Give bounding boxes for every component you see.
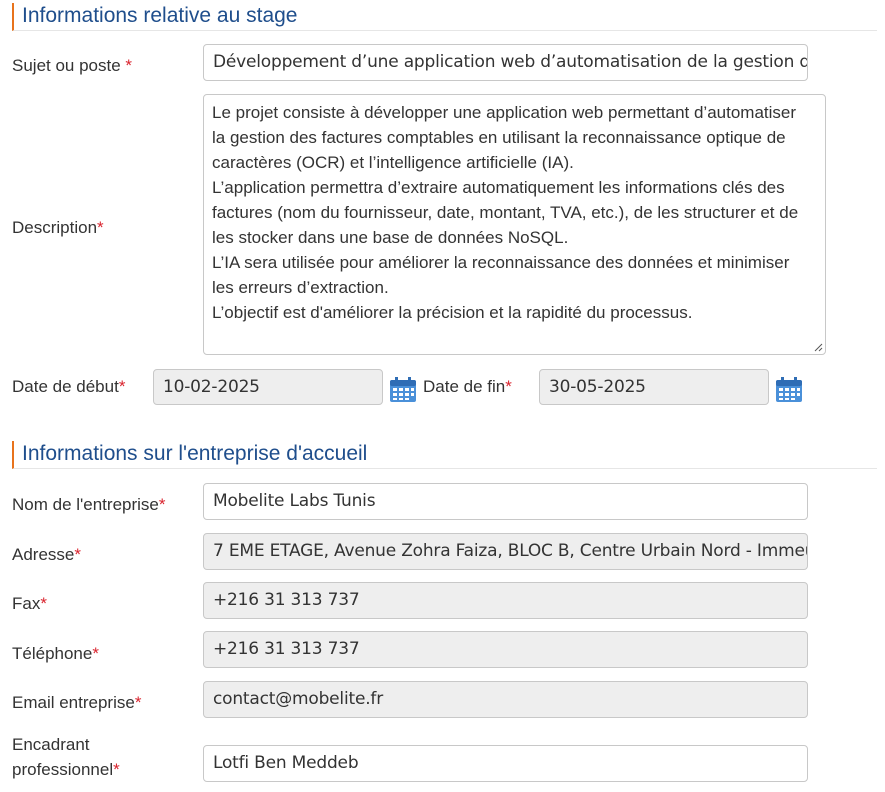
description-label: Description*: [12, 218, 104, 237]
description-line: caractères (OCR) et l’intelligence artif…: [212, 153, 574, 172]
description-line: les stocker dans une base de données NoS…: [212, 228, 569, 247]
start-date-label: Date de début*: [12, 377, 126, 396]
company-name-input[interactable]: Mobelite Labs Tunis: [203, 483, 808, 520]
subject-label: Sujet ou poste *: [12, 56, 133, 75]
end-date-input[interactable]: 30-05-2025: [539, 369, 769, 405]
phone-input[interactable]: +216 31 313 737: [203, 631, 808, 668]
description-line: Le projet consiste à développer une appl…: [212, 103, 797, 122]
description-line: L’application permettra d’extraire autom…: [212, 178, 785, 197]
description-line: les erreurs d’extraction.: [212, 278, 389, 297]
fax-label: Fax*: [12, 594, 47, 613]
section-title-company: Informations sur l'entreprise d'accueil: [12, 441, 877, 469]
start-date-input[interactable]: 10-02-2025: [153, 369, 383, 405]
description-textarea[interactable]: Le projet consiste à développer une appl…: [203, 94, 826, 355]
address-input[interactable]: 7 EME ETAGE, Avenue Zohra Faiza, BLOC B,…: [203, 533, 808, 570]
email-input[interactable]: contact@mobelite.fr: [203, 681, 808, 718]
phone-label: Téléphone*: [12, 644, 99, 663]
section-title-stage: Informations relative au stage: [12, 3, 877, 31]
fax-input[interactable]: +216 31 313 737: [203, 582, 808, 619]
description-line: L’IA sera utilisée pour améliorer la rec…: [212, 253, 790, 272]
address-label: Adresse*: [12, 545, 81, 564]
resize-handle-icon[interactable]: [813, 342, 823, 352]
end-date-label: Date de fin*: [423, 377, 512, 396]
email-label: Email entreprise*: [12, 693, 142, 712]
supervisor-input[interactable]: Lotfi Ben Meddeb: [203, 745, 808, 782]
description-line: la gestion des factures comptables en ut…: [212, 128, 786, 147]
description-line: L’objectif est d'améliorer la précision …: [212, 303, 693, 322]
required-mark: *: [125, 56, 133, 75]
calendar-icon[interactable]: [775, 377, 803, 403]
company-name-label: Nom de l'entreprise*: [12, 495, 166, 514]
calendar-icon[interactable]: [389, 377, 417, 403]
description-line: factures (nom du fournisseur, date, mont…: [212, 203, 799, 222]
subject-input[interactable]: Développement d’une application web d’au…: [203, 44, 808, 81]
supervisor-label: Encadrant professionnel*: [12, 735, 120, 779]
